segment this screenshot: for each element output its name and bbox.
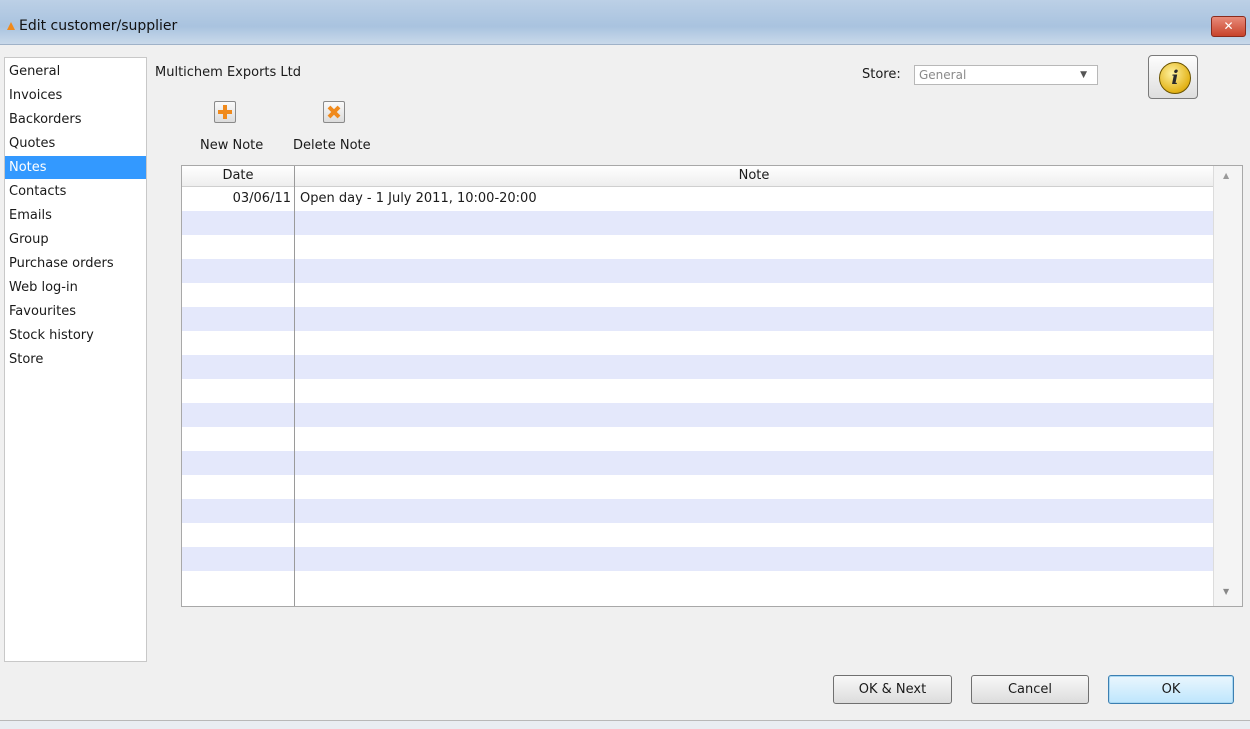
ok-next-button[interactable]: OK & Next	[833, 675, 952, 704]
sidebar-item-invoices[interactable]: Invoices	[5, 84, 146, 107]
dialog-body: General Invoices Backorders Quotes Notes…	[0, 45, 1250, 721]
table-header: Date Note	[182, 166, 1213, 187]
table-row-empty	[182, 259, 1213, 283]
table-row-empty	[182, 427, 1213, 451]
scroll-down-icon[interactable]: ▼	[1223, 587, 1229, 596]
cell-note: Open day - 1 July 2011, 10:00-20:00	[300, 191, 537, 206]
table-row-empty	[182, 403, 1213, 427]
sidebar-item-notes[interactable]: Notes	[5, 156, 146, 179]
store-label: Store:	[862, 67, 901, 82]
delete-note-button[interactable]: Delete Note	[293, 99, 383, 153]
table-row-empty	[182, 451, 1213, 475]
sidebar-item-store[interactable]: Store	[5, 348, 146, 371]
add-note-icon	[214, 101, 236, 123]
cancel-button[interactable]: Cancel	[971, 675, 1089, 704]
table-row-empty	[182, 571, 1213, 595]
table-row-empty	[182, 331, 1213, 355]
sidebar-item-favourites[interactable]: Favourites	[5, 300, 146, 323]
table-row-empty	[182, 379, 1213, 403]
vertical-scrollbar[interactable]: ▲ ▼	[1213, 166, 1242, 606]
table-row-empty	[182, 475, 1213, 499]
table-row-empty	[182, 523, 1213, 547]
table-row-empty	[182, 355, 1213, 379]
table-row-empty	[182, 547, 1213, 571]
column-header-note[interactable]: Note	[295, 166, 1213, 186]
table-row-empty	[182, 235, 1213, 259]
chevron-down-icon: ▼	[1080, 70, 1087, 80]
table-row-empty	[182, 307, 1213, 331]
ok-button[interactable]: OK	[1108, 675, 1234, 704]
sidebar-item-web-log-in[interactable]: Web log-in	[5, 276, 146, 299]
column-header-date[interactable]: Date	[182, 166, 295, 186]
sidebar-item-general[interactable]: General	[5, 60, 146, 83]
table-row-empty	[182, 211, 1213, 235]
close-button[interactable]: ✕	[1211, 16, 1246, 37]
new-note-label: New Note	[200, 138, 264, 153]
cell-date: 03/06/11	[232, 191, 291, 206]
table-row[interactable]: 03/06/11 Open day - 1 July 2011, 10:00-2…	[182, 187, 1213, 211]
column-divider	[294, 166, 295, 606]
notes-table: Date Note 03/06/11 Open day - 1 July 201…	[181, 165, 1243, 607]
info-button[interactable]: i	[1148, 55, 1198, 99]
window-title: Edit customer/supplier	[19, 18, 178, 34]
table-row-empty	[182, 499, 1213, 523]
sidebar-item-backorders[interactable]: Backorders	[5, 108, 146, 131]
sidebar-item-quotes[interactable]: Quotes	[5, 132, 146, 155]
sidebar-item-purchase-orders[interactable]: Purchase orders	[5, 252, 146, 275]
store-value: General	[919, 68, 967, 82]
scroll-up-icon[interactable]: ▲	[1223, 171, 1229, 180]
sidebar-item-emails[interactable]: Emails	[5, 204, 146, 227]
table-row-empty	[182, 283, 1213, 307]
delete-note-icon	[323, 101, 345, 123]
customer-name: Multichem Exports Ltd	[155, 65, 302, 80]
sidebar-item-stock-history[interactable]: Stock history	[5, 324, 146, 347]
sidebar-item-group[interactable]: Group	[5, 228, 146, 251]
new-note-button[interactable]: New Note	[200, 99, 275, 153]
title-bar: Edit customer/supplier ✕	[0, 0, 1250, 45]
store-select[interactable]: General ▼	[914, 65, 1098, 85]
sidebar: General Invoices Backorders Quotes Notes…	[4, 57, 147, 662]
info-icon: i	[1159, 62, 1191, 94]
table-rows: 03/06/11 Open day - 1 July 2011, 10:00-2…	[182, 187, 1213, 606]
sidebar-item-contacts[interactable]: Contacts	[5, 180, 146, 203]
delete-note-label: Delete Note	[293, 138, 371, 153]
app-icon	[7, 22, 15, 30]
